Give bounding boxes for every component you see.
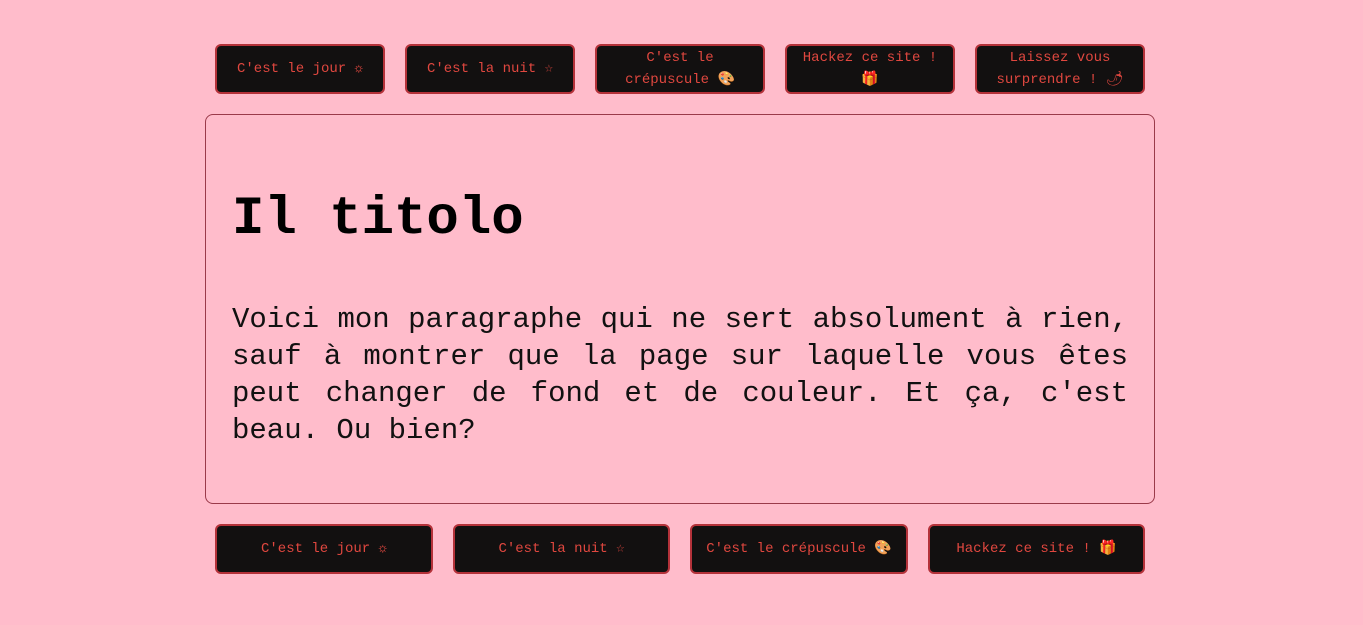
night-theme-button-bottom[interactable]: C'est la nuit ☆ [453,524,670,574]
day-theme-button-bottom[interactable]: C'est le jour ☼ [215,524,433,574]
hack-site-button[interactable]: Hackez ce site ! 🎁 [785,44,955,94]
night-theme-button[interactable]: C'est la nuit ☆ [405,44,575,94]
day-theme-button[interactable]: C'est le jour ☼ [215,44,385,94]
hack-site-button-bottom[interactable]: Hackez ce site ! 🎁 [928,524,1145,574]
content-card: Il titolo Voici mon paragraphe qui ne se… [205,114,1155,504]
surprise-button[interactable]: Laissez vous surprendre ! 🌶 [975,44,1145,94]
main-paragraph: Voici mon paragraphe qui ne sert absolum… [232,303,1128,447]
page-title: Il titolo [232,189,524,250]
dusk-theme-button-bottom[interactable]: C'est le crépuscule 🎨 [690,524,908,574]
dusk-theme-button[interactable]: C'est le crépuscule 🎨 [595,44,765,94]
